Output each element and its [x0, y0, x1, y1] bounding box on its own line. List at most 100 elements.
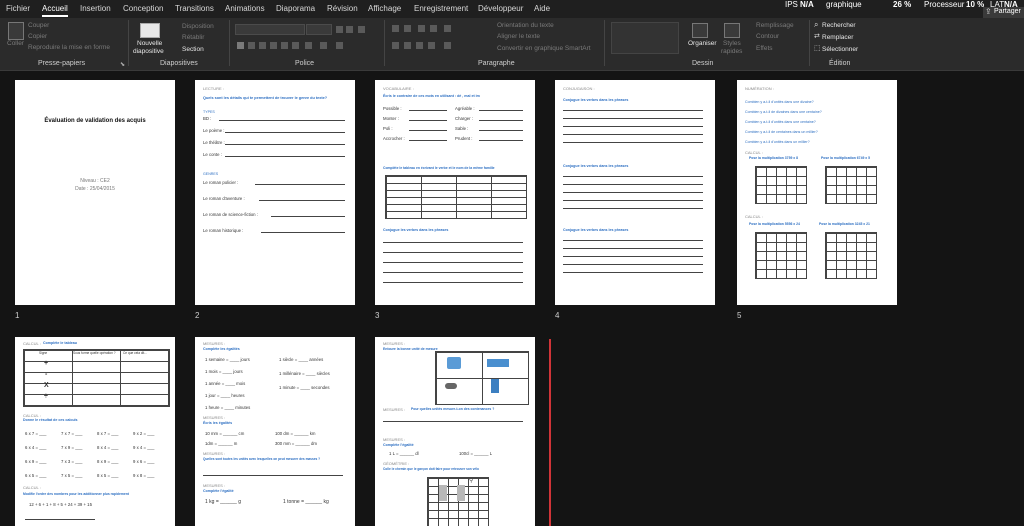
font-color-icon[interactable] [336, 42, 343, 49]
select-button[interactable]: Sélectionner [822, 46, 858, 53]
find-button[interactable]: Rechercher [822, 22, 856, 29]
tab-developpeur[interactable]: Développeur [478, 4, 523, 13]
ips-value: N/A [800, 0, 814, 9]
copy-button[interactable]: Copier [28, 33, 47, 40]
equality-item: 100 dm = ______ km [275, 431, 316, 436]
align-center-icon[interactable] [404, 42, 411, 49]
grow-font-icon[interactable] [336, 26, 343, 33]
tab-enregistrement[interactable]: Enregistrement [414, 4, 468, 13]
highlight-icon[interactable] [320, 42, 327, 49]
answer-line [563, 192, 703, 193]
path-segment [457, 485, 465, 501]
slide-thumbnail-6[interactable]: CALCUL : Complète le tableau Signe Sous … [15, 337, 175, 526]
answer-line [563, 126, 703, 127]
answer-line [383, 262, 523, 263]
columns-icon[interactable] [444, 42, 451, 49]
tab-fichier[interactable]: Fichier [6, 4, 30, 13]
slide-question: Complète l'égalité [383, 443, 414, 447]
answer-line [409, 110, 447, 111]
italic-icon[interactable] [248, 42, 255, 49]
justify-icon[interactable] [428, 42, 435, 49]
equality-item: 1 minute = ____ secondes [279, 385, 330, 390]
water-bottle-icon [447, 357, 461, 369]
font-size-field[interactable] [306, 24, 332, 35]
bullets-icon[interactable] [392, 25, 399, 32]
change-case-icon[interactable] [305, 42, 312, 49]
paste-button[interactable]: Coller [7, 40, 24, 47]
clear-format-icon[interactable] [358, 26, 365, 33]
tab-aide[interactable]: Aide [534, 4, 550, 13]
numbering-icon[interactable] [404, 25, 411, 32]
calc-item: 6 x 4 = ___ [25, 445, 47, 450]
slide-thumbnail-8[interactable]: MESURES : Entoure la bonne unité de mesu… [375, 337, 535, 526]
multiplication-grid [755, 232, 807, 279]
select-icon: ⬚ [814, 45, 821, 52]
answer-line [563, 208, 703, 209]
slide-thumbnail-2[interactable]: LECTURE : Quels sont les détails qui te … [195, 80, 355, 305]
align-right-icon[interactable] [416, 42, 423, 49]
new-slide-button[interactable]: Nouvelle [137, 40, 162, 47]
share-button[interactable]: ⇪ Partager [983, 7, 1024, 18]
answer-line [271, 216, 345, 217]
font-name-field[interactable] [235, 24, 305, 35]
volume-equality: 1 L = ______ dl [389, 451, 419, 456]
word-item: Agréable : [455, 106, 475, 111]
layout-button[interactable]: Disposition [182, 23, 214, 30]
slide-thumbnail-3[interactable]: VOCABULAIRE : Écris le contraire de ces … [375, 80, 535, 305]
tab-revision[interactable]: Révision [327, 4, 358, 13]
slide-instruction: GÉOMÉTRIE : [383, 461, 410, 466]
arrange-button[interactable]: Organiser [688, 40, 717, 47]
answer-line [409, 130, 447, 131]
cut-button[interactable]: Couper [28, 22, 49, 29]
answer-line [563, 200, 703, 201]
spacing-icon[interactable] [292, 42, 299, 49]
genre-item: Le roman de science-fiction : [203, 212, 258, 217]
multiplication-grid [825, 166, 877, 204]
bold-icon[interactable] [237, 42, 244, 49]
tab-animations[interactable]: Animations [225, 4, 265, 13]
slide-thumbnail-7[interactable]: MESURES : Complète les égalités 1 semain… [195, 337, 355, 526]
shadow-icon[interactable] [281, 42, 288, 49]
shrink-font-icon[interactable] [346, 26, 353, 33]
underline-icon[interactable] [259, 42, 266, 49]
format-painter-button[interactable]: Reproduire la mise en forme [28, 44, 110, 51]
shapes-gallery[interactable] [611, 22, 679, 54]
answer-line [563, 134, 703, 135]
replace-button[interactable]: Remplacer [822, 34, 853, 41]
slide-question: Conjugue les verbes dans les phrases [383, 228, 449, 232]
cpu-value: 26 % [893, 0, 912, 9]
tab-accueil[interactable]: Accueil [42, 4, 68, 17]
tab-diaporama[interactable]: Diaporama [276, 4, 315, 13]
shape-effects-button[interactable]: Effets [756, 45, 773, 52]
slide-instruction: CALCUL : [23, 341, 41, 346]
equality-item: 1 jour = ____ heures [205, 393, 245, 398]
tab-transitions[interactable]: Transitions [175, 4, 214, 13]
slide-thumbnail-4[interactable]: CONJUGAISON : Conjugue les verbes dans l… [555, 80, 715, 305]
align-left-icon[interactable] [392, 42, 399, 49]
align-text-button[interactable]: Aligner le texte [497, 33, 540, 40]
group-separator [128, 20, 129, 66]
tab-conception[interactable]: Conception [123, 4, 163, 13]
tab-insertion[interactable]: Insertion [80, 4, 111, 13]
line-spacing-icon[interactable] [444, 25, 451, 32]
section-button[interactable]: Section [182, 46, 204, 53]
calc-item: 6 x 7 = ___ [25, 431, 47, 436]
volume-equality: 100cl = ______ L [459, 451, 493, 456]
slide-instruction: MESURES : [203, 451, 226, 456]
shape-outline-button[interactable]: Contour [756, 33, 779, 40]
tab-affichage[interactable]: Affichage [368, 4, 401, 13]
quick-styles-button[interactable]: Styles [723, 40, 741, 47]
text-direction-button[interactable]: Orientation du texte [497, 22, 554, 29]
reset-button[interactable]: Rétablir [182, 34, 204, 41]
dialog-launcher-icon[interactable]: ⬊ [120, 61, 125, 68]
calc-item: 6 x 5 = ___ [25, 473, 47, 478]
increase-indent-icon[interactable] [430, 25, 437, 32]
slide-thumbnail-1[interactable]: Évaluation de validation des acquis Nive… [15, 80, 175, 305]
shape-fill-button[interactable]: Remplissage [756, 22, 794, 29]
slide-thumbnail-5[interactable]: NUMÉRATION : Combien y a-t-il d'unités d… [737, 80, 897, 305]
strikethrough-icon[interactable] [270, 42, 277, 49]
decrease-indent-icon[interactable] [418, 25, 425, 32]
slide-instruction: MESURES : [203, 341, 226, 346]
smartart-button[interactable]: Convertir en graphique SmartArt [497, 45, 591, 52]
mass-equality: 1 tonne = ______ kg [283, 499, 329, 505]
